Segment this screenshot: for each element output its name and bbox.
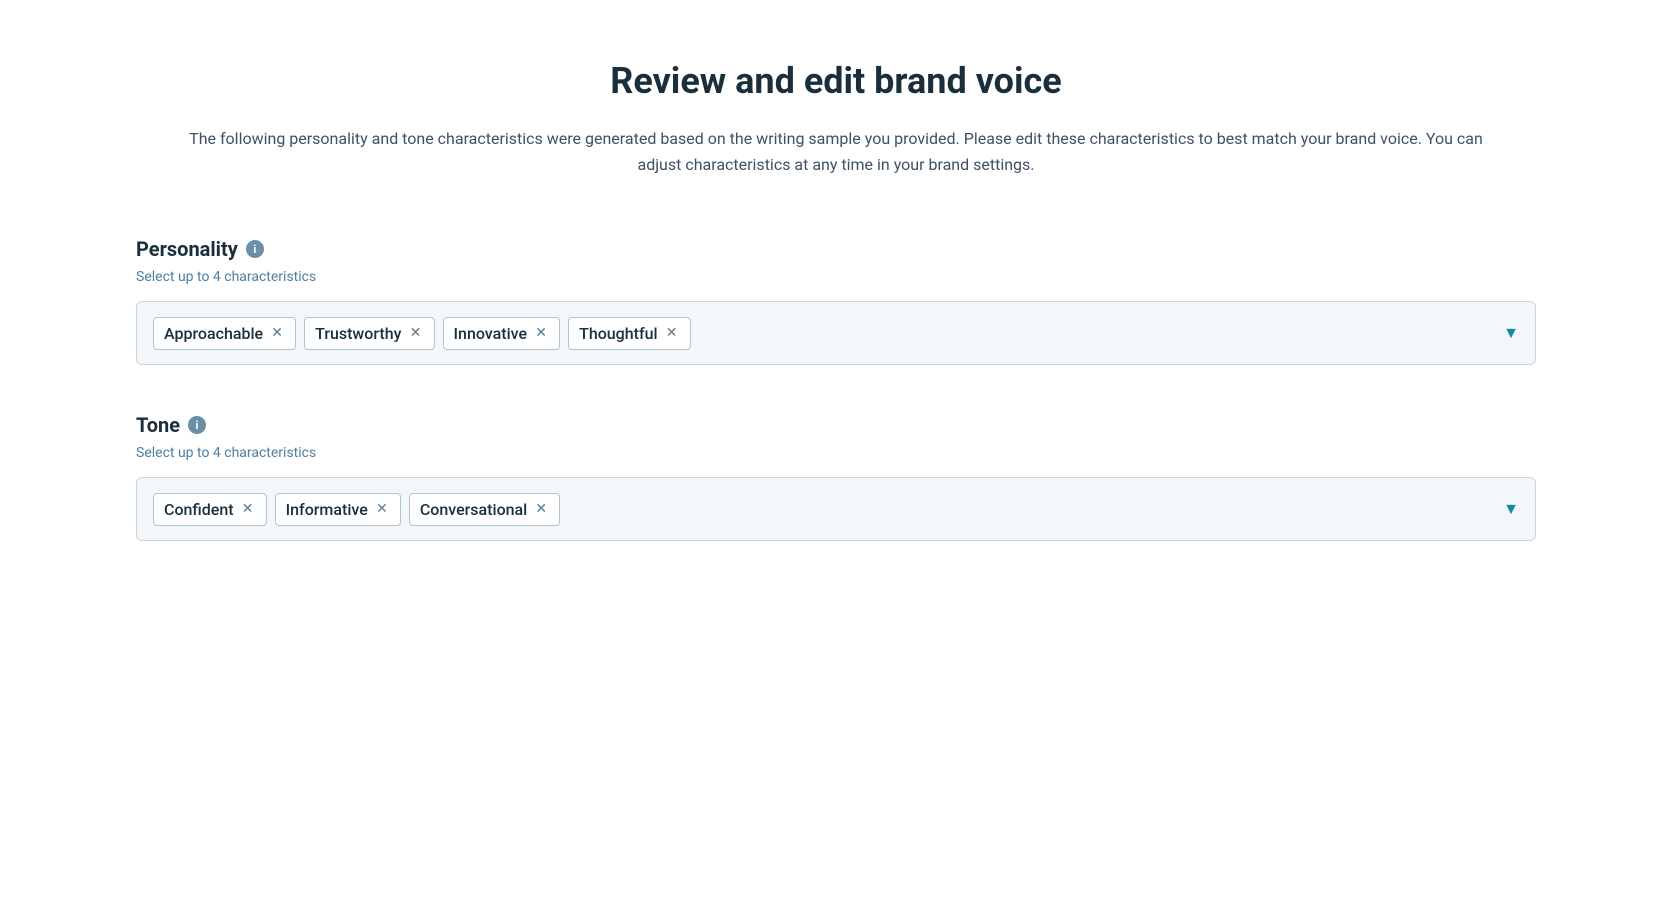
personality-tags-area: Approachable ✕ Trustworthy ✕ Innovative … — [153, 317, 1495, 350]
tone-section: Tone i Select up to 4 characteristics Co… — [136, 413, 1536, 541]
tag-confident: Confident ✕ — [153, 493, 267, 526]
tone-subtitle: Select up to 4 characteristics — [136, 445, 1536, 461]
personality-subtitle: Select up to 4 characteristics — [136, 269, 1536, 285]
personality-section: Personality i Select up to 4 characteris… — [136, 237, 1536, 365]
tone-multiselect[interactable]: Confident ✕ Informative ✕ Conversational… — [136, 477, 1536, 541]
tone-dropdown-arrow[interactable]: ▼ — [1503, 499, 1519, 519]
tag-conversational-label: Conversational — [420, 500, 527, 519]
tag-conversational: Conversational ✕ — [409, 493, 560, 526]
tag-innovative-remove[interactable]: ✕ — [533, 325, 549, 341]
tone-section-header: Tone i — [136, 413, 1536, 437]
tag-approachable: Approachable ✕ — [153, 317, 296, 350]
personality-multiselect[interactable]: Approachable ✕ Trustworthy ✕ Innovative … — [136, 301, 1536, 365]
tag-informative-label: Informative — [286, 500, 368, 519]
tag-confident-label: Confident — [164, 500, 234, 519]
personality-info-icon[interactable]: i — [246, 240, 264, 258]
tag-thoughtful-label: Thoughtful — [579, 324, 658, 343]
personality-dropdown-arrow[interactable]: ▼ — [1503, 323, 1519, 343]
tag-thoughtful: Thoughtful ✕ — [568, 317, 691, 350]
tag-approachable-remove[interactable]: ✕ — [269, 325, 285, 341]
personality-section-header: Personality i — [136, 237, 1536, 261]
tone-section-title: Tone — [136, 413, 180, 437]
personality-section-title: Personality — [136, 237, 238, 261]
tone-info-icon[interactable]: i — [188, 416, 206, 434]
page-title: Review and edit brand voice — [136, 60, 1536, 102]
tag-thoughtful-remove[interactable]: ✕ — [664, 325, 680, 341]
page-container: Review and edit brand voice The followin… — [136, 60, 1536, 856]
tag-innovative-label: Innovative — [454, 324, 528, 343]
tag-informative: Informative ✕ — [275, 493, 401, 526]
page-description: The following personality and tone chara… — [186, 126, 1486, 177]
tag-trustworthy: Trustworthy ✕ — [304, 317, 434, 350]
tag-conversational-remove[interactable]: ✕ — [533, 501, 549, 517]
tag-informative-remove[interactable]: ✕ — [374, 501, 390, 517]
tag-approachable-label: Approachable — [164, 324, 263, 343]
tag-confident-remove[interactable]: ✕ — [240, 501, 256, 517]
tag-trustworthy-label: Trustworthy — [315, 324, 401, 343]
tone-tags-area: Confident ✕ Informative ✕ Conversational… — [153, 493, 1495, 526]
tag-trustworthy-remove[interactable]: ✕ — [408, 325, 424, 341]
tag-innovative: Innovative ✕ — [443, 317, 561, 350]
